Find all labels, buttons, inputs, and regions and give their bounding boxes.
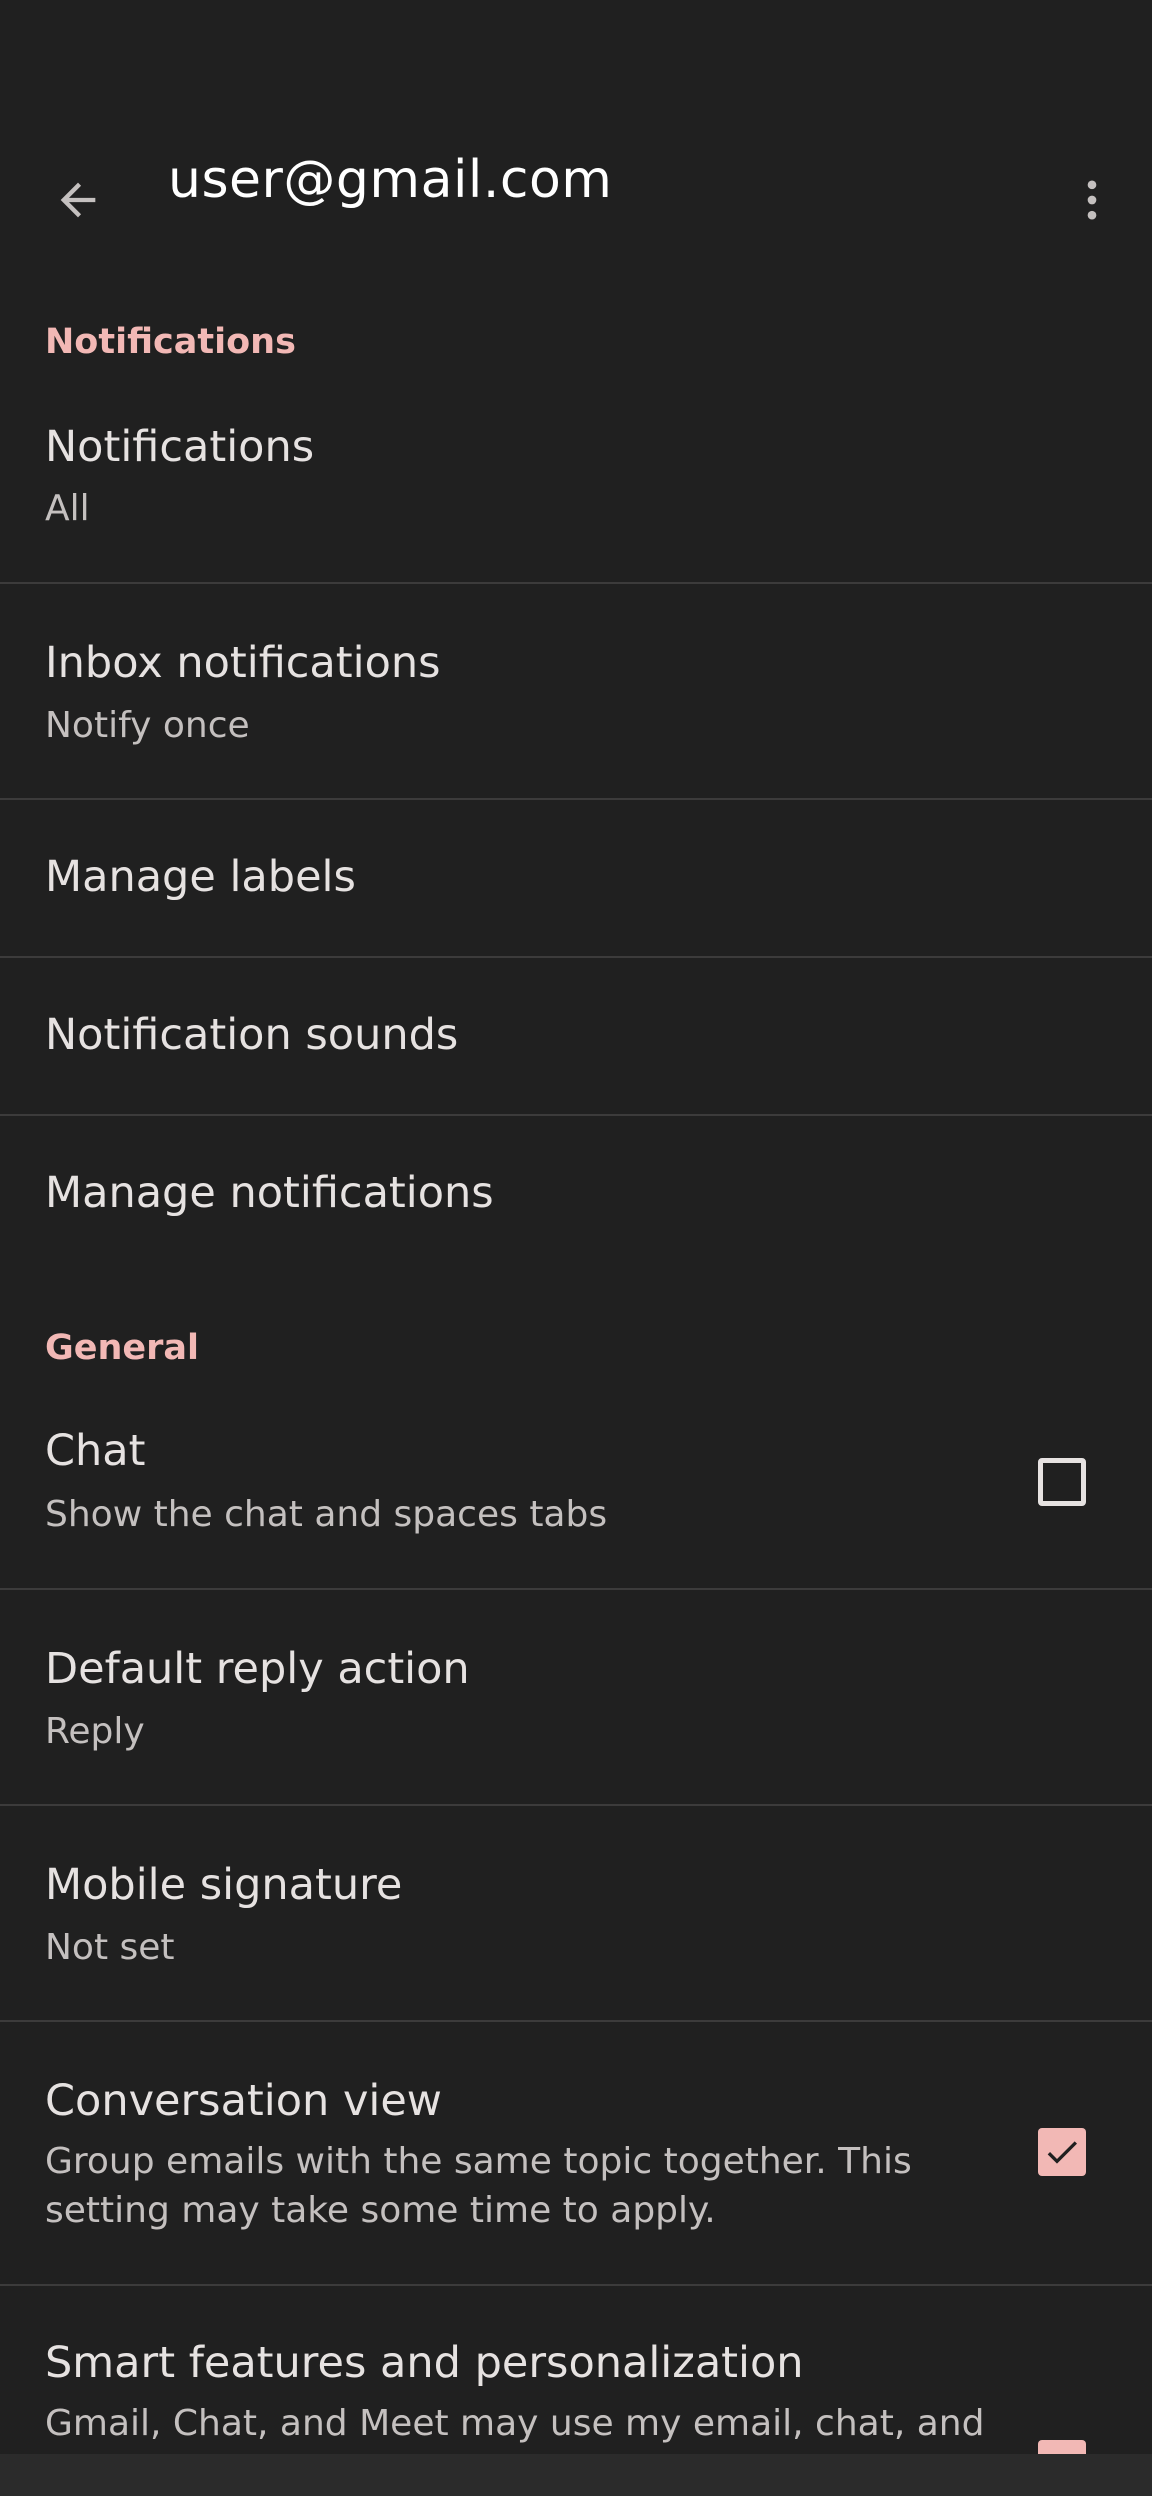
smart-features-checkbox[interactable] [1038, 2440, 1086, 2454]
pref-title: Manage notifications [45, 1168, 494, 1218]
check-icon [1047, 2141, 1077, 2164]
pref-chat[interactable]: Chat Show the chat and spaces tabs [0, 1400, 1152, 1588]
pref-title: Inbox notifications [45, 638, 441, 688]
pref-summary: Notify once [45, 705, 250, 746]
arrow-back-icon [60, 182, 96, 218]
pref-summary: Show the chat and spaces tabs [45, 1494, 608, 1535]
pref-title: Mobile signature [45, 1860, 403, 1910]
pref-summary: Group emails with the same topic togethe… [45, 2141, 912, 2231]
pref-title: Chat [45, 1426, 146, 1476]
conversation-view-checkbox[interactable] [1038, 2128, 1086, 2176]
navigation-bar [0, 2454, 1152, 2496]
pref-summary: Not set [45, 1927, 175, 1968]
pref-mobile-signature[interactable]: Mobile signature Not set [0, 1806, 1152, 2020]
pref-summary: All [45, 488, 90, 529]
pref-title: Manage labels [45, 852, 356, 902]
account-email-title: user@gmail.com [168, 154, 613, 210]
back-button[interactable] [36, 158, 120, 242]
pref-notifications[interactable]: Notifications All [0, 396, 1152, 582]
pref-title: Smart features and personalization [45, 2338, 804, 2388]
pref-summary: Gmail, Chat, and Meet may use my email, … [45, 2403, 985, 2444]
pref-summary: Reply [45, 1711, 145, 1752]
more-options-button[interactable] [1050, 158, 1134, 242]
chat-checkbox[interactable] [1038, 1458, 1086, 1506]
status-bar [0, 0, 1152, 96]
section-header-general: General [45, 1328, 199, 1368]
pref-title: Notification sounds [45, 1010, 459, 1060]
pref-conversation-view[interactable]: Conversation view Group emails with the … [0, 2022, 1152, 2284]
section-header-notifications: Notifications [45, 322, 296, 362]
more-vert-icon [1087, 180, 1097, 220]
pref-notification-sounds[interactable]: Notification sounds [0, 958, 1152, 1114]
pref-title: Notifications [45, 422, 315, 472]
pref-smart-features[interactable]: Smart features and personalization Gmail… [0, 2286, 1152, 2454]
pref-title: Default reply action [45, 1644, 470, 1694]
pref-default-reply-action[interactable]: Default reply action Reply [0, 1590, 1152, 1804]
pref-manage-notifications[interactable]: Manage notifications [0, 1116, 1152, 1272]
pref-inbox-notifications[interactable]: Inbox notifications Notify once [0, 584, 1152, 798]
app-bar: user@gmail.com [0, 130, 1152, 260]
pref-manage-labels[interactable]: Manage labels [0, 800, 1152, 956]
pref-title: Conversation view [45, 2076, 442, 2126]
